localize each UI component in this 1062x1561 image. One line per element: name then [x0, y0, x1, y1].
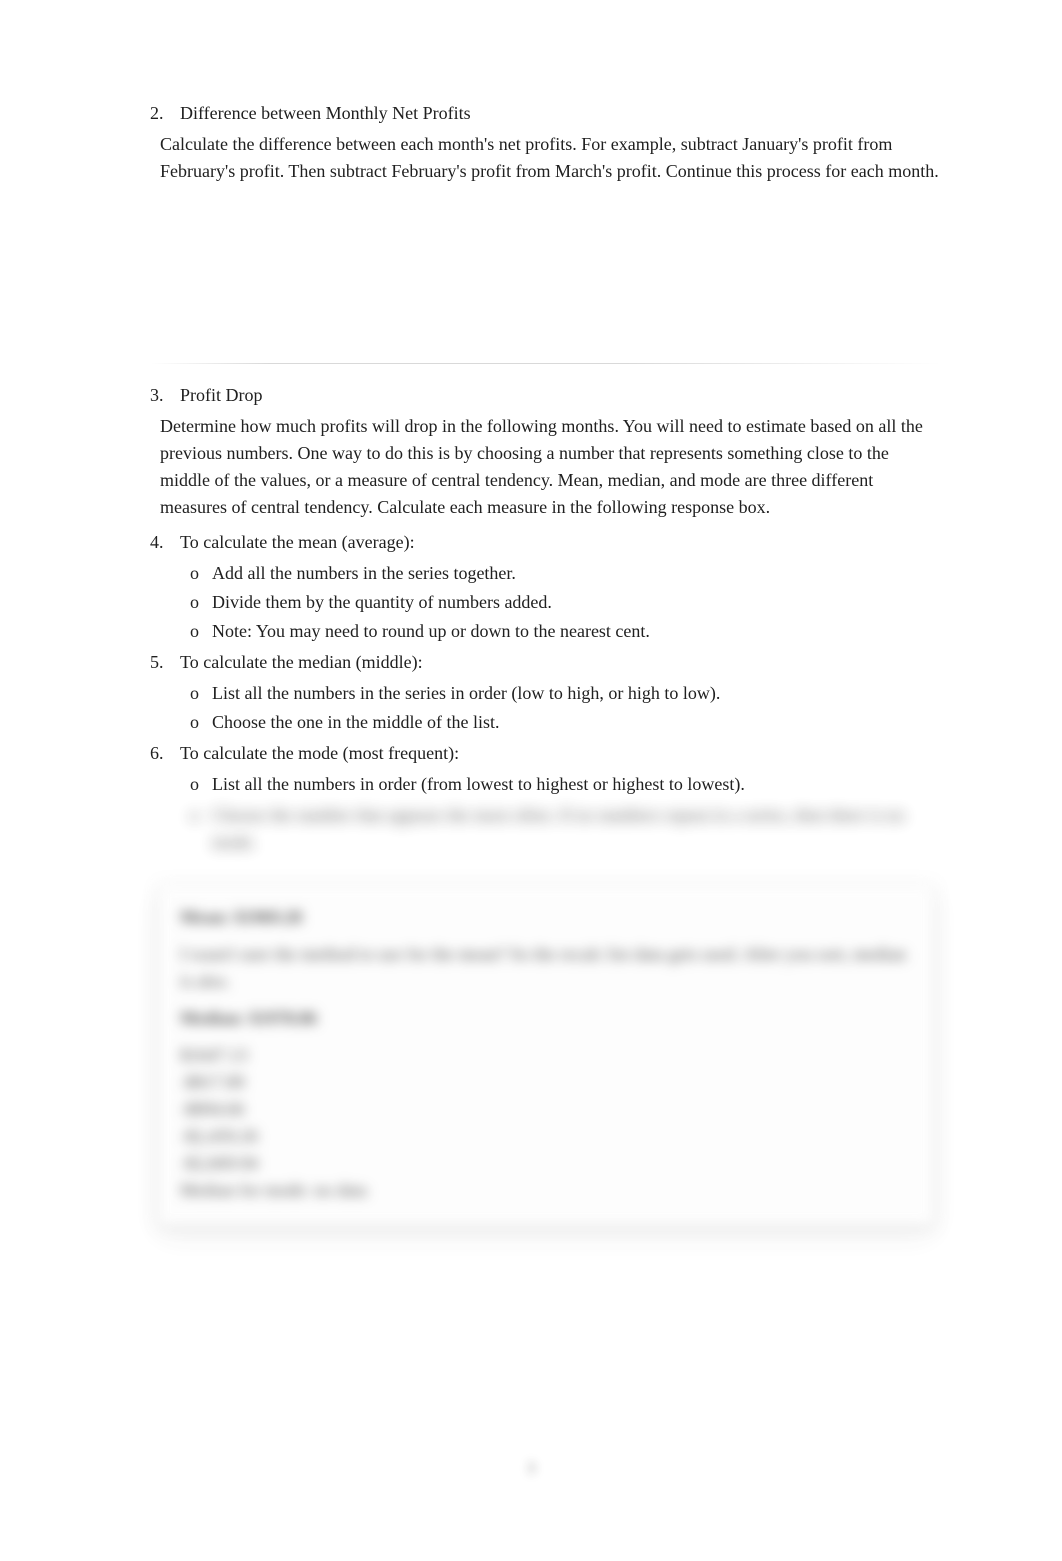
bullet-text: Add all the numbers in the series togeth… [212, 560, 942, 587]
panel-description: I wasn't sure the method to use for the … [180, 941, 912, 995]
panel-row: -$894.66 [180, 1096, 912, 1123]
list-item-4: 4. To calculate the mean (average): oAdd… [150, 529, 942, 645]
list-title: Difference between Monthly Net Profits [180, 100, 942, 127]
list-title: To calculate the median (middle): [180, 649, 942, 676]
document-page: 2. Difference between Monthly Net Profit… [0, 0, 1062, 1561]
response-box: Mean: $1969.28 I wasn't sure the method … [158, 884, 934, 1226]
bullet-marker: o [190, 709, 212, 736]
bullet-text: Note: You may need to round up or down t… [212, 618, 942, 645]
list-marker: 3. [150, 382, 180, 409]
page-number: 3 [0, 1457, 1062, 1481]
list-item-3: 3. Profit Drop Determine how much profit… [150, 382, 942, 521]
panel-row: Median for mode: no data [180, 1177, 912, 1204]
list-marker: 2. [150, 100, 180, 127]
list-title: Profit Drop [180, 382, 942, 409]
bullet-marker: o [190, 802, 212, 856]
panel-row: -$2,459.26 [180, 1123, 912, 1150]
blurred-content: oChoose the number that appears the most… [190, 802, 942, 856]
panel-row: $1647.13 [180, 1042, 912, 1069]
panel-row: -$817.89 [180, 1069, 912, 1096]
list-marker: 6. [150, 740, 180, 767]
list-title: To calculate the mean (average): [180, 529, 942, 556]
bullet-text: Divide them by the quantity of numbers a… [212, 589, 942, 616]
list-item-6: 6. To calculate the mode (most frequent)… [150, 740, 942, 856]
sublist: oList all the numbers in the series in o… [190, 680, 942, 736]
bullet-text: List all the numbers in the series in or… [212, 680, 942, 707]
bullet-marker: o [190, 589, 212, 616]
bullet-marker: o [190, 771, 212, 798]
list-title: To calculate the mode (most frequent): [180, 740, 942, 767]
bullet-text: Choose the one in the middle of the list… [212, 709, 942, 736]
divider [150, 363, 942, 364]
bullet-marker: o [190, 680, 212, 707]
list-item-2: 2. Difference between Monthly Net Profit… [150, 100, 942, 185]
sublist: oList all the numbers in order (from low… [190, 771, 942, 798]
bullet-text: Choose the number that appears the most … [212, 802, 942, 856]
list-marker: 4. [150, 529, 180, 556]
sublist: oAdd all the numbers in the series toget… [190, 560, 942, 645]
list-marker: 5. [150, 649, 180, 676]
list-body: Calculate the difference between each mo… [160, 131, 942, 185]
panel-mean-header: Mean: $1969.28 [180, 904, 912, 931]
panel-median-header: Median: $1978.86 [180, 1005, 912, 1032]
bullet-marker: o [190, 618, 212, 645]
panel-row: -$2,669.94 [180, 1150, 912, 1177]
bullet-marker: o [190, 560, 212, 587]
list-item-5: 5. To calculate the median (middle): oLi… [150, 649, 942, 736]
list-body: Determine how much profits will drop in … [160, 413, 942, 521]
bullet-text: List all the numbers in order (from lowe… [212, 771, 942, 798]
